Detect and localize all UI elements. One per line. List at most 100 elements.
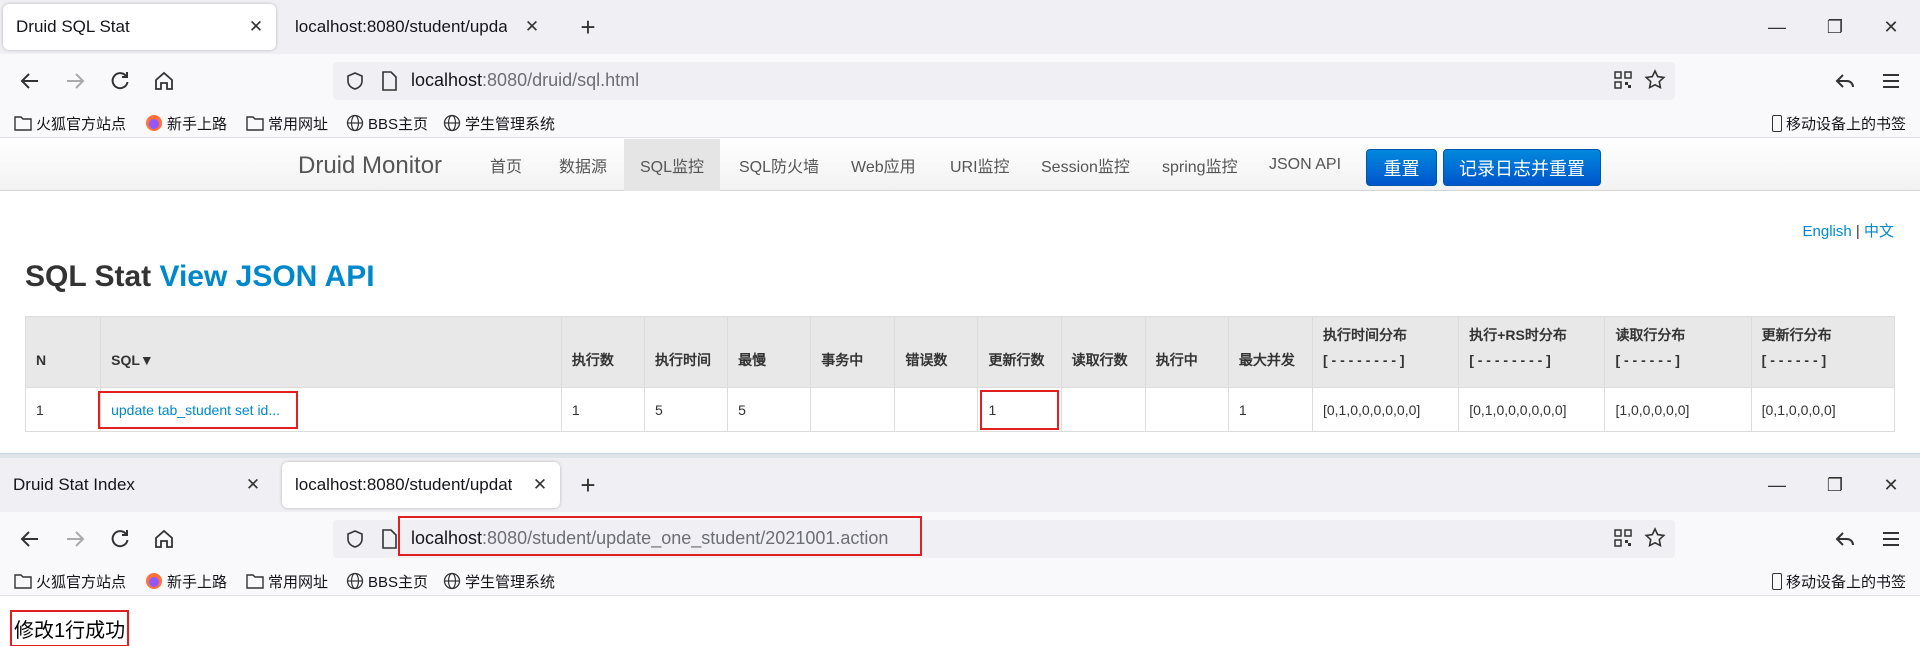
close-icon[interactable]: ✕ xyxy=(244,15,268,39)
nav-session-monitor[interactable]: Session监控 xyxy=(1025,139,1146,191)
bookmark-bbs-home[interactable]: BBS主页 xyxy=(346,112,428,134)
column-header[interactable]: 执行数 xyxy=(560,316,645,388)
shield-icon[interactable] xyxy=(343,527,367,551)
globe-icon xyxy=(443,114,461,132)
qr-code-icon[interactable] xyxy=(1613,528,1633,553)
column-header[interactable]: 执行时间 xyxy=(643,316,729,388)
bookmarks-toolbar: 火狐官方站点 新手上路 常用网址 BBS主页 学生管理系统 移动设备上的书签 xyxy=(0,108,1920,138)
view-json-api-link[interactable]: View JSON API xyxy=(159,260,374,293)
column-header[interactable]: 读取行分布 [ - - - - - - ] xyxy=(1604,316,1752,388)
mobile-device-icon xyxy=(1771,572,1782,590)
column-header[interactable]: 错误数 xyxy=(894,316,979,388)
lang-chinese-link[interactable]: 中文 xyxy=(1864,223,1894,240)
minimize-icon[interactable]: — xyxy=(1762,12,1792,42)
close-window-icon[interactable]: ✕ xyxy=(1876,470,1906,500)
restore-icon[interactable]: ❐ xyxy=(1820,470,1850,500)
column-header[interactable]: 更新行数 xyxy=(977,316,1062,388)
new-tab-plus-icon[interactable]: + xyxy=(573,12,603,42)
qr-code-icon[interactable] xyxy=(1613,70,1633,95)
bookmark-common-sites[interactable]: 常用网址 xyxy=(246,570,328,592)
mobile-bookmarks[interactable]: 移动设备上的书签 xyxy=(1771,112,1906,134)
column-header[interactable]: 最大并发 xyxy=(1227,316,1313,388)
nav-home[interactable]: 首页 xyxy=(474,139,538,191)
reload-icon[interactable] xyxy=(105,66,135,96)
header-label: 执行+RS时分布 xyxy=(1469,327,1567,343)
table-cell: [1,0,0,0,0,0] xyxy=(1604,387,1752,432)
bookmark-star-icon[interactable] xyxy=(1643,68,1667,97)
language-switch: English | 中文 xyxy=(1803,220,1894,241)
folder-icon xyxy=(14,114,32,132)
close-icon[interactable]: ✕ xyxy=(520,15,544,39)
table-cell xyxy=(1144,387,1229,432)
nav-json-api[interactable]: JSON API xyxy=(1253,139,1357,191)
tab-update-student[interactable]: localhost:8080/student/update_o ✕ xyxy=(282,4,552,50)
minimize-icon[interactable]: — xyxy=(1762,470,1792,500)
bookmark-getting-started[interactable]: 新手上路 xyxy=(145,570,227,592)
menu-icon[interactable] xyxy=(1876,524,1906,554)
header-label: 更新行分布 xyxy=(1761,327,1832,343)
column-header[interactable]: 事务中 xyxy=(810,316,896,388)
bookmark-star-icon[interactable] xyxy=(1643,526,1667,555)
reset-button[interactable]: 重置 xyxy=(1366,149,1437,186)
bookmark-firefox-official[interactable]: 火狐官方站点 xyxy=(14,112,126,134)
home-icon[interactable] xyxy=(149,524,179,554)
column-header-sql[interactable]: SQL▼ xyxy=(100,316,562,388)
bookmark-student-system[interactable]: 学生管理系统 xyxy=(443,570,555,592)
column-header[interactable]: 执行时间分布 [ - - - - - - - - ] xyxy=(1311,316,1460,388)
column-header[interactable]: 最慢 xyxy=(727,316,812,388)
column-header[interactable]: 更新行分布 [ - - - - - - ] xyxy=(1750,316,1896,388)
tab-druid-stat-index[interactable]: Druid Stat Index ✕ xyxy=(0,462,273,508)
header-label: 读取行数 xyxy=(1071,352,1128,368)
column-header[interactable]: 读取行数 xyxy=(1060,316,1146,388)
tab-update-student[interactable]: localhost:8080/student/update_o ✕ xyxy=(282,462,560,508)
menu-icon[interactable] xyxy=(1876,66,1906,96)
nav-uri-monitor[interactable]: URI监控 xyxy=(934,139,1026,191)
url-text[interactable]: localhost:8080/druid/sql.html xyxy=(411,70,639,91)
back-arrow-icon[interactable] xyxy=(15,524,45,554)
restore-icon[interactable]: ❐ xyxy=(1820,12,1850,42)
nav-web-app[interactable]: Web应用 xyxy=(835,139,932,191)
log-and-reset-button[interactable]: 记录日志并重置 xyxy=(1443,149,1601,186)
bookmark-label: 常用网址 xyxy=(268,115,329,133)
druid-brand[interactable]: Druid Monitor xyxy=(298,152,442,180)
header-sublabel: [ - - - - - - ] xyxy=(1615,352,1680,368)
bookmark-common-sites[interactable]: 常用网址 xyxy=(246,112,328,134)
header-label: 错误数 xyxy=(905,352,948,368)
nav-spring-monitor[interactable]: spring监控 xyxy=(1146,139,1254,191)
bookmark-student-system[interactable]: 学生管理系统 xyxy=(443,112,555,134)
shield-icon[interactable] xyxy=(343,69,367,93)
new-tab-plus-icon[interactable]: + xyxy=(573,470,603,500)
nav-sql-firewall[interactable]: SQL防火墙 xyxy=(723,139,835,191)
reload-icon[interactable] xyxy=(105,524,135,554)
column-header[interactable]: 执行中 xyxy=(1144,316,1229,388)
bookmark-firefox-official[interactable]: 火狐官方站点 xyxy=(14,570,126,592)
header-label: 执行时间 xyxy=(654,352,711,368)
mobile-bookmarks[interactable]: 移动设备上的书签 xyxy=(1771,570,1906,592)
bookmark-getting-started[interactable]: 新手上路 xyxy=(145,112,227,134)
back-arrow-icon[interactable] xyxy=(15,66,45,96)
bookmark-label: 火狐官方站点 xyxy=(36,115,127,133)
close-icon[interactable]: ✕ xyxy=(241,473,265,497)
firefox-icon xyxy=(145,572,163,590)
header-sublabel: [ - - - - - - - - ] xyxy=(1322,352,1405,368)
column-header[interactable]: 执行+RS时分布 [ - - - - - - - - ] xyxy=(1458,316,1606,388)
address-bar[interactable]: localhost:8080/druid/sql.html xyxy=(333,62,1675,100)
table-cell: 5 xyxy=(643,387,729,432)
firefox-icon xyxy=(145,114,163,132)
home-icon[interactable] xyxy=(149,66,179,96)
tab-druid-sql-stat[interactable]: Druid SQL Stat ✕ xyxy=(3,4,276,50)
mobile-bookmarks-label: 移动设备上的书签 xyxy=(1785,115,1906,133)
close-icon[interactable]: ✕ xyxy=(528,473,552,497)
folder-icon xyxy=(246,572,264,590)
update-result-text: 修改1行成功 xyxy=(10,610,130,646)
nav-sql-monitor[interactable]: SQL监控 xyxy=(624,139,721,191)
undo-arrow-icon[interactable] xyxy=(1830,66,1860,96)
forward-arrow-icon[interactable] xyxy=(60,66,90,96)
column-header[interactable]: N xyxy=(24,316,102,388)
bookmark-bbs-home[interactable]: BBS主页 xyxy=(346,570,428,592)
nav-datasource[interactable]: 数据源 xyxy=(543,139,623,191)
lang-english-link[interactable]: English xyxy=(1803,223,1852,240)
forward-arrow-icon[interactable] xyxy=(60,524,90,554)
undo-arrow-icon[interactable] xyxy=(1830,524,1860,554)
close-window-icon[interactable]: ✕ xyxy=(1876,12,1906,42)
